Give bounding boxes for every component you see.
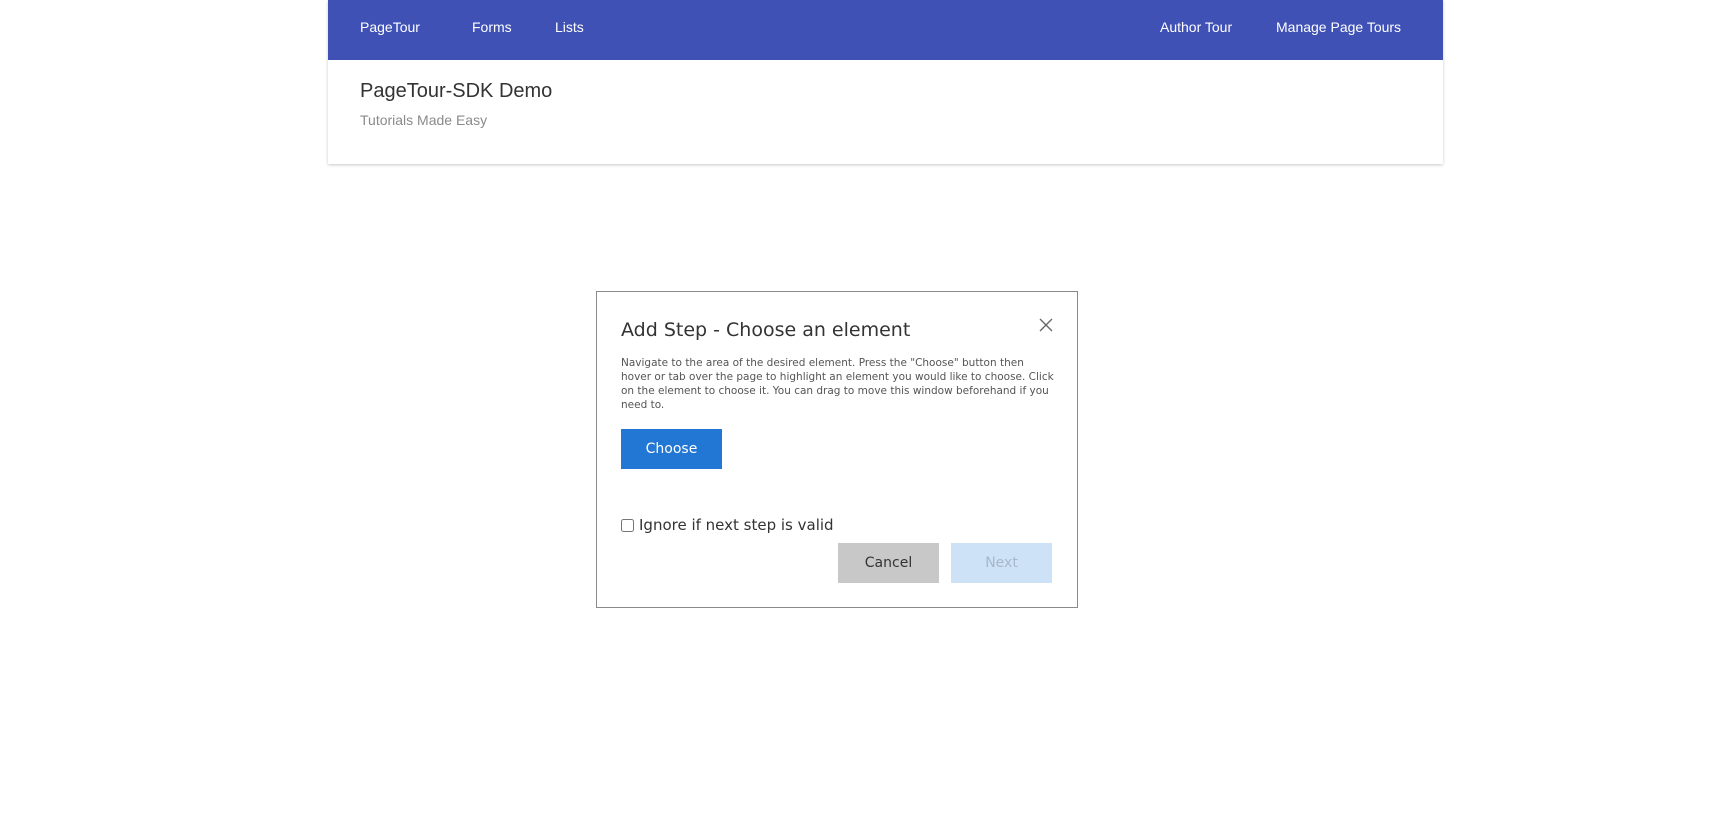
ignore-step-option[interactable]: Ignore if next step is valid	[621, 516, 834, 534]
nav-link-author-tour[interactable]: Author Tour	[1160, 0, 1232, 55]
next-button[interactable]: Next	[951, 543, 1052, 583]
dialog-description: Navigate to the area of the desired elem…	[621, 357, 1054, 411]
nav-link-manage-page-tours[interactable]: Manage Page Tours	[1276, 0, 1401, 55]
ignore-step-checkbox[interactable]	[621, 518, 634, 532]
cancel-button[interactable]: Cancel	[838, 543, 939, 583]
add-step-dialog[interactable]: Add Step - Choose an element Navigate to…	[596, 291, 1078, 608]
ignore-step-label: Ignore if next step is valid	[639, 516, 834, 534]
page-subtitle: Tutorials Made Easy	[360, 112, 488, 128]
nav-link-forms[interactable]: Forms	[472, 0, 512, 55]
top-navigation-bar: PageTour Forms Lists Author Tour Manage …	[328, 0, 1443, 60]
nav-link-lists[interactable]: Lists	[555, 0, 584, 55]
page-title: PageTour-SDK Demo	[360, 80, 553, 102]
dialog-title: Add Step - Choose an element	[621, 319, 911, 341]
nav-brand-link[interactable]: PageTour	[360, 0, 420, 55]
close-icon[interactable]	[1037, 316, 1055, 334]
app-header-card: PageTour Forms Lists Author Tour Manage …	[328, 0, 1443, 164]
choose-button[interactable]: Choose	[621, 429, 722, 469]
